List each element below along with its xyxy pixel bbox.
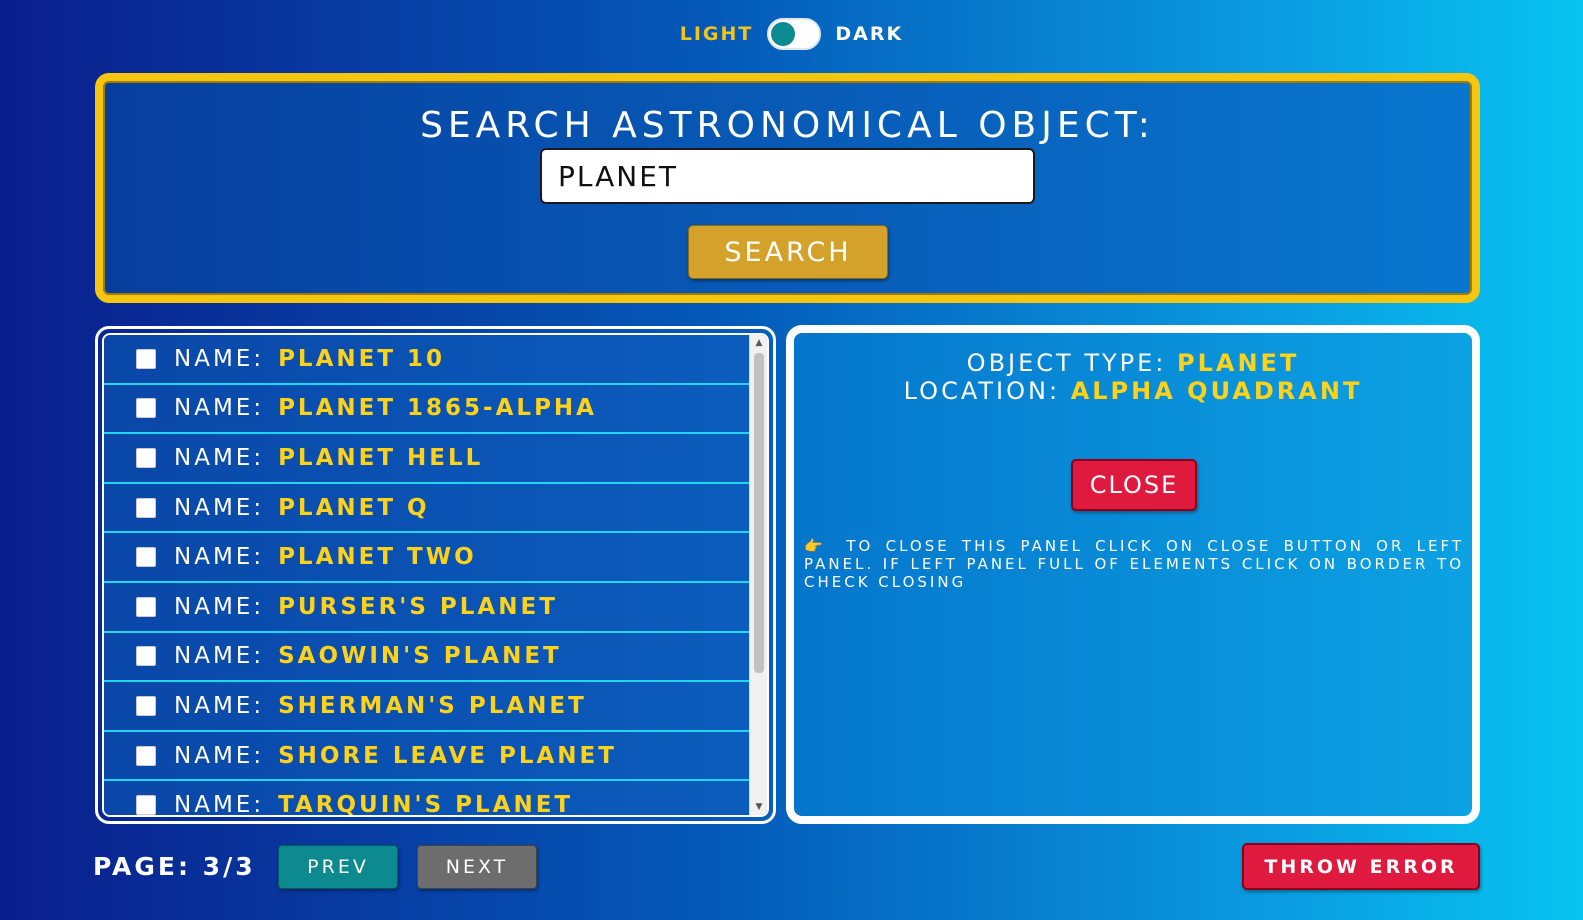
close-hint: 👉 TO CLOSE THIS PANEL CLICK ON CLOSE BUT… — [804, 537, 1464, 591]
list-item[interactable]: NAME: SAOWIN'S PLANET — [104, 632, 756, 683]
item-checkbox[interactable] — [136, 596, 156, 617]
list-item[interactable]: NAME: SHERMAN'S PLANET — [104, 682, 756, 732]
results-list: NAME: PLANET 10 NAME: PLANET 1865-ALPHA NAME… — [102, 333, 769, 817]
theme-switch[interactable] — [767, 18, 822, 50]
item-name-value: PLANET HELL — [278, 444, 484, 471]
results-scrollbar[interactable]: ▲ ▼ — [749, 335, 767, 815]
item-name-label: NAME: — [174, 593, 265, 620]
object-type-value: PLANET — [1177, 349, 1300, 377]
item-checkbox[interactable] — [136, 497, 156, 518]
theme-light-label: LIGHT — [679, 23, 754, 45]
item-checkbox[interactable] — [136, 745, 156, 766]
item-name-value: PLANET 10 — [278, 345, 446, 372]
item-name-value: SHERMAN'S PLANET — [278, 692, 587, 719]
item-checkbox[interactable] — [136, 795, 156, 815]
item-name-value: PLANET Q — [278, 494, 430, 521]
location-value: ALPHA QUADRANT — [1070, 377, 1363, 405]
location-label: LOCATION: — [903, 377, 1061, 405]
list-item[interactable]: NAME: PLANET TWO — [104, 533, 756, 583]
page-indicator: PAGE: 3/3 — [93, 852, 256, 881]
theme-toggle: LIGHT DARK — [0, 18, 1583, 50]
next-button[interactable]: NEXT — [417, 845, 537, 889]
detail-panel: OBJECT TYPE: PLANET LOCATION: ALPHA QUAD… — [786, 325, 1480, 824]
item-name-label: NAME: — [174, 643, 265, 670]
item-checkbox[interactable] — [136, 447, 156, 468]
item-name-value: PURSER'S PLANET — [278, 593, 558, 620]
item-checkbox[interactable] — [136, 547, 156, 568]
item-checkbox[interactable] — [136, 398, 156, 419]
item-checkbox[interactable] — [136, 646, 156, 667]
item-name-value: PLANET TWO — [278, 544, 477, 571]
theme-switch-knob — [771, 22, 796, 46]
search-panel: SEARCH ASTRONOMICAL OBJECT: SEARCH — [95, 73, 1480, 303]
list-item[interactable]: NAME: PLANET Q — [104, 483, 756, 534]
close-hint-text: TO CLOSE THIS PANEL CLICK ON CLOSE BUTTO… — [804, 537, 1464, 591]
results-list-scroll: NAME: PLANET 10 NAME: PLANET 1865-ALPHA NAME… — [104, 335, 756, 815]
item-name-label: NAME: — [174, 444, 265, 471]
item-checkbox[interactable] — [136, 695, 156, 716]
item-name-value: SHORE LEAVE PLANET — [278, 742, 617, 769]
throw-error-button[interactable]: THROW ERROR — [1242, 843, 1480, 890]
item-name-label: NAME: — [174, 742, 265, 769]
search-button[interactable]: SEARCH — [688, 225, 888, 279]
item-name-label: NAME: — [174, 692, 265, 719]
pointing-hand-icon: 👉 — [804, 537, 831, 555]
object-type-label: OBJECT TYPE: — [966, 349, 1167, 377]
prev-button[interactable]: PREV — [278, 845, 398, 889]
scroll-up-arrow-icon[interactable]: ▲ — [750, 335, 767, 351]
item-name-label: NAME: — [174, 544, 265, 571]
item-name-label: NAME: — [174, 792, 265, 815]
theme-dark-label: DARK — [835, 23, 904, 45]
item-checkbox[interactable] — [136, 348, 156, 369]
list-item[interactable]: NAME: SHORE LEAVE PLANET — [104, 731, 756, 782]
search-input[interactable] — [540, 148, 1035, 204]
item-name-value: SAOWIN'S PLANET — [278, 643, 562, 670]
item-name-value: PLANET 1865-ALPHA — [278, 395, 597, 422]
search-title: SEARCH ASTRONOMICAL OBJECT: — [420, 105, 1155, 146]
item-name-value: TARQUIN'S PLANET — [278, 792, 574, 815]
list-item[interactable]: NAME: PLANET 10 — [104, 335, 756, 385]
detail-location: LOCATION: ALPHA QUADRANT — [794, 377, 1472, 405]
item-name-label: NAME: — [174, 345, 265, 372]
close-button[interactable]: CLOSE — [1071, 459, 1197, 511]
list-item[interactable]: NAME: PURSER'S PLANET — [104, 582, 756, 633]
scroll-thumb[interactable] — [754, 353, 764, 673]
item-name-label: NAME: — [174, 494, 265, 521]
list-item[interactable]: NAME: TARQUIN'S PLANET — [104, 781, 756, 815]
item-name-label: NAME: — [174, 395, 265, 422]
scroll-down-arrow-icon[interactable]: ▼ — [750, 799, 767, 815]
list-item[interactable]: NAME: PLANET HELL — [104, 434, 756, 484]
list-item[interactable]: NAME: PLANET 1865-ALPHA — [104, 384, 756, 435]
results-list-panel[interactable]: NAME: PLANET 10 NAME: PLANET 1865-ALPHA NAME… — [95, 326, 776, 824]
detail-object-type: OBJECT TYPE: PLANET — [794, 349, 1472, 377]
